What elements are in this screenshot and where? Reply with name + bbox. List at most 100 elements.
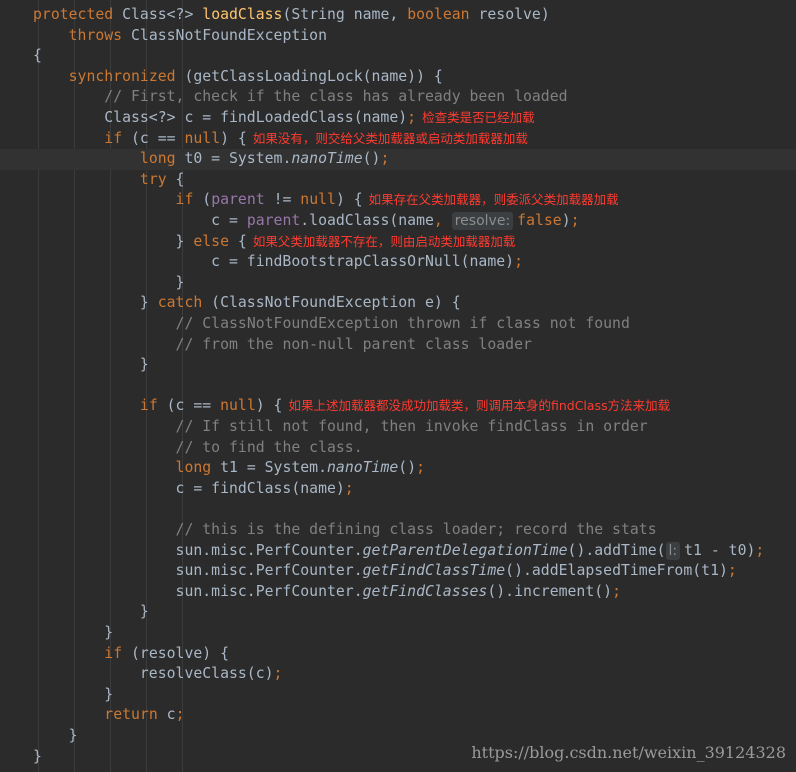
code-line[interactable]: c = parent.loadClass(name, resolve: false… [0,211,580,232]
code-line[interactable]: Class<?> c = findLoadedClass(name); 检查类是否… [0,108,535,129]
code-line[interactable]: } [0,623,113,644]
annotation-note: 如果存在父类加载器，则委派父类加载器加载 [368,192,619,208]
code-token: } [33,603,149,621]
code-line[interactable]: synchronized (getClassLoadingLock(name))… [0,67,443,88]
code-token: ().addElapsedTimeFrom(t1) [505,562,728,580]
code-token: synchronized [68,67,185,85]
code-token: c = findClass(name) [33,479,345,497]
code-token: parent [211,191,274,209]
code-token: ; [755,541,765,559]
annotation-note: 如果父类加载器不存在，则由启动类加载器加载 [252,233,516,249]
code-token: t1 - t0) [684,541,756,559]
code-line[interactable]: { [0,46,42,67]
code-token: false [517,212,562,229]
code-line[interactable] [0,499,33,520]
code-line[interactable]: sun.misc.PerfCounter.getFindClasses().in… [0,582,621,603]
code-line[interactable]: // ClassNotFoundException thrown if clas… [0,314,630,335]
annotation-note: 检查类是否已经加载 [422,110,535,125]
code-token: ; [380,150,390,168]
code-line[interactable]: } [0,602,149,623]
code-token: } [33,273,185,291]
code-line[interactable]: if (c == null) {如果没有，则交给父类加载器或启动类加载器加载 [0,129,528,150]
code-token: { [175,170,185,188]
code-token: { [237,232,247,250]
code-line[interactable]: } [0,355,149,376]
code-line[interactable]: } else {如果父类加载器不存在，则由启动类加载器加载 [0,232,516,253]
code-token: { [33,47,42,65]
code-line[interactable]: } [0,726,78,747]
code-token: (c == [166,397,221,415]
code-token: null [220,397,256,415]
code-line[interactable]: } [0,273,185,294]
code-line[interactable]: if (resolve) { [0,644,229,665]
code-line[interactable]: long t0 = System.nanoTime(); [0,149,796,170]
code-line[interactable]: c = findClass(name); [0,479,354,500]
code-token: ) [561,212,571,229]
code-token: t0 = System. [184,150,292,168]
code-line[interactable]: c = findBootstrapClassOrNull(name); [0,252,523,273]
code-line[interactable]: } [0,747,42,768]
code-token: if [104,129,132,147]
code-line[interactable]: if (c == null) {如果上述加载器都没成功加载类，则调用本身的fin… [0,396,670,417]
code-token: loadClass [202,6,283,23]
code-token: if [139,397,167,415]
code-line[interactable] [0,376,33,397]
code-token: ; [273,665,283,683]
code-token: } [33,356,149,374]
annotation-note: 如果没有，则交给父类加载器或启动类加载器加载 [252,130,528,146]
code-token: , [433,212,452,229]
code-line[interactable]: protected Class<?> loadClass(String name… [0,5,550,26]
code-token: ; [407,109,417,126]
code-editor[interactable]: protected Class<?> loadClass(String name… [0,0,796,772]
code-token: c = [33,212,247,229]
code-token: ; [175,706,185,724]
code-token: ().addTime( [567,541,666,559]
code-line[interactable]: // If still not found, then invoke findC… [0,417,648,438]
code-token: t1 = System. [220,459,327,477]
code-line[interactable]: return c; [0,705,184,726]
code-line[interactable]: try { [0,170,185,191]
code-token: sun.misc.PerfCounter. [33,582,363,600]
code-token: catch [157,294,212,312]
annotation-note: 如果上述加载器都没成功加载类，则调用本身的findClass方法来加载 [288,398,671,414]
code-line[interactable]: // this is the defining class loader; re… [0,520,657,541]
code-line[interactable]: } catch (ClassNotFoundException e) { [0,293,461,314]
code-line[interactable]: long t1 = System.nanoTime(); [0,458,425,479]
code-token: } [33,727,78,744]
code-token: (getClassLoadingLock(name)) { [184,67,443,85]
code-token: long [175,459,221,477]
code-line[interactable]: throws ClassNotFoundException [0,26,327,47]
code-line[interactable]: // from the non-null parent class loader [0,335,532,356]
code-token: return [104,706,167,724]
code-line[interactable]: // to find the class. [0,438,363,459]
code-line[interactable]: sun.misc.PerfCounter.getParentDelegation… [0,541,764,562]
code-token: c [166,706,176,724]
code-token: sun.misc.PerfCounter. [33,562,363,580]
code-token: } [33,294,158,312]
code-token: nanoTime [327,459,399,477]
code-line[interactable]: } [0,685,113,706]
code-token: null [184,129,221,147]
code-token: .loadClass(name [300,212,434,229]
code-line[interactable]: // First, check if the class has already… [0,87,568,108]
code-token: ; [514,253,523,271]
code-token: boolean [407,6,479,23]
code-token: nanoTime [291,150,363,168]
code-comment: // First, check if the class has already… [104,88,568,106]
code-line[interactable]: if (parent != null) {如果存在父类加载器，则委派父类加载器加… [0,190,619,211]
code-line[interactable]: resolveClass(c); [0,664,283,685]
code-token: (String name, [282,6,408,23]
code-token: c = findBootstrapClassOrNull(name) [33,253,515,271]
code-line[interactable]: sun.misc.PerfCounter.getFindClassTime().… [0,561,737,582]
